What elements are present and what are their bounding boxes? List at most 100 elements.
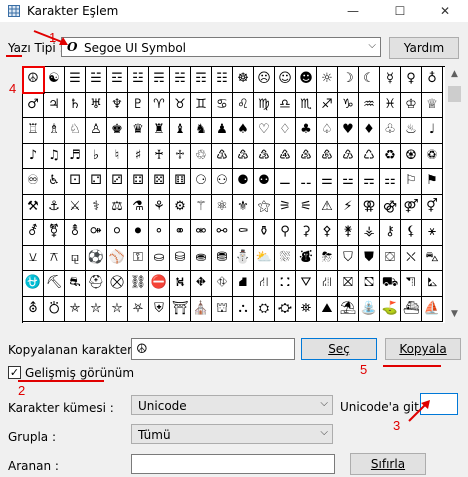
character-cell[interactable]: ⛴ [401, 296, 422, 322]
character-cell[interactable]: ⚻ [44, 245, 65, 271]
character-cell[interactable]: ♀ [401, 67, 422, 93]
character-cell[interactable]: ⚛ [212, 194, 233, 220]
character-cell[interactable]: ♞ [191, 118, 212, 144]
character-cell[interactable]: ♥ [338, 118, 359, 144]
character-cell[interactable]: ☯ [44, 67, 65, 93]
character-cell[interactable]: ⛜ [317, 271, 338, 297]
character-cell[interactable]: ♛ [128, 118, 149, 144]
character-cell[interactable]: ♅ [86, 92, 107, 118]
character-cell[interactable]: ⛀ [149, 245, 170, 271]
character-cell[interactable]: ♷ [296, 143, 317, 169]
character-cell[interactable]: ⛈ [317, 245, 338, 271]
character-cell[interactable]: ♰ [149, 143, 170, 169]
character-cell[interactable]: ♠ [233, 118, 254, 144]
character-cell[interactable]: ⚕ [86, 194, 107, 220]
character-cell[interactable]: ☿ [380, 67, 401, 93]
character-cell[interactable]: ⚚ [191, 194, 212, 220]
character-cell[interactable]: ♉ [170, 92, 191, 118]
character-cell[interactable]: ♋ [212, 92, 233, 118]
character-cell[interactable]: ⚅ [170, 169, 191, 195]
font-dropdown[interactable]: O Segoe UI Symbol ⌵ [61, 37, 381, 57]
character-cell[interactable]: ⚋ [296, 169, 317, 195]
character-cell[interactable]: ⚐ [401, 169, 422, 195]
character-cell[interactable]: ⚰ [233, 220, 254, 246]
character-cell[interactable]: ⚀ [65, 169, 86, 195]
character-cell[interactable]: ⛄ [233, 245, 254, 271]
character-cell[interactable]: ♶ [275, 143, 296, 169]
character-cell[interactable]: ♏ [296, 92, 317, 118]
character-cell[interactable]: ⚝ [254, 194, 275, 220]
character-cell[interactable]: ♔ [401, 92, 422, 118]
character-cell[interactable]: ♤ [317, 118, 338, 144]
character-cell[interactable]: ♇ [128, 92, 149, 118]
advanced-view-checkbox[interactable]: ✓ [8, 366, 21, 379]
select-button[interactable]: Seç [301, 338, 377, 360]
character-cell[interactable]: ☷ [212, 67, 233, 93]
character-cell[interactable]: ♃ [44, 92, 65, 118]
character-cell[interactable]: ♍ [254, 92, 275, 118]
character-cell[interactable]: ⛔ [149, 271, 170, 297]
character-cell[interactable]: ⛫ [212, 296, 233, 322]
character-cell[interactable]: ⛧ [128, 296, 149, 322]
character-cell[interactable]: ⛒ [107, 271, 128, 297]
character-cell[interactable]: ⚱ [254, 220, 275, 246]
character-cell[interactable]: ♕ [422, 92, 443, 118]
character-cell[interactable]: ⚩ [86, 220, 107, 246]
character-cell[interactable]: ♟ [212, 118, 233, 144]
character-cell[interactable]: ⚠ [317, 194, 338, 220]
character-cell[interactable]: ⛥ [86, 296, 107, 322]
character-cell[interactable]: ☳ [128, 67, 149, 93]
character-cell[interactable]: ☻ [296, 67, 317, 93]
character-cell[interactable]: ⛰ [317, 296, 338, 322]
character-cell[interactable]: ⛆ [275, 245, 296, 271]
character-cell[interactable]: ♊ [191, 92, 212, 118]
character-cell[interactable]: ⛁ [170, 245, 191, 271]
character-cell[interactable]: ♱ [170, 143, 191, 169]
character-cell[interactable]: ♩ [422, 118, 443, 144]
scroll-up-icon[interactable]: ▲ [446, 66, 463, 82]
character-cell[interactable]: ⛙ [254, 271, 275, 297]
character-cell[interactable]: ♵ [254, 143, 275, 169]
character-cell[interactable]: ⛗ [212, 271, 233, 297]
character-cell[interactable]: ⛬ [233, 296, 254, 322]
character-cell[interactable]: ☴ [149, 67, 170, 93]
character-cell[interactable]: ☸ [233, 67, 254, 93]
character-cell[interactable]: ⚦ [23, 220, 44, 246]
character-cell[interactable]: ⚶ [359, 220, 380, 246]
character-cell[interactable]: ♡ [254, 118, 275, 144]
character-cell[interactable]: ⚑ [422, 169, 443, 195]
character-cell[interactable]: ⛏ [44, 271, 65, 297]
character-cell[interactable]: ⚫ [128, 220, 149, 246]
character-cell[interactable]: ⛵ [422, 296, 443, 322]
character-cell[interactable]: ⛚ [275, 271, 296, 297]
character-cell[interactable]: ⚆ [191, 169, 212, 195]
character-cell[interactable]: ☲ [107, 67, 128, 93]
character-cell[interactable]: ♜ [149, 118, 170, 144]
character-cell[interactable]: ⚏ [380, 169, 401, 195]
character-cell[interactable]: ⚽ [86, 245, 107, 271]
character-cell[interactable]: ☾ [359, 67, 380, 93]
group-dropdown[interactable]: Tümü ⌵ [131, 424, 333, 444]
character-cell[interactable]: ♮ [107, 143, 128, 169]
character-cell[interactable]: ⛍ [422, 245, 443, 271]
character-cell[interactable]: ⚢ [359, 194, 380, 220]
character-grid[interactable]: ☮ ☯ ☰ ☱ ☲ ☳ ☴ ☵ ☶ ☷ ☸ ☹ ☺ ☻ ☼ ☽ ☾ ☿ ♀ ♁ ♂ ♃ ♄ ♅ ♆ ♇ ♈ ♉ ♊ ♋ ♌ ♍ ♎ ♏ ♐ ♑ ♒ ♓ ♔ ♕… [22, 66, 445, 323]
character-cell[interactable]: ⚪ [107, 220, 128, 246]
character-cell[interactable]: ⚔ [65, 194, 86, 220]
copied-characters-field[interactable]: ☮ [131, 338, 295, 360]
character-cell[interactable]: ⚡ [338, 194, 359, 220]
character-cell[interactable]: ⛨ [149, 296, 170, 322]
character-cell[interactable]: ♭ [86, 143, 107, 169]
character-cell[interactable]: ⛂ [191, 245, 212, 271]
character-cell[interactable]: ♼ [401, 143, 422, 169]
character-cell[interactable]: ⛢ [23, 296, 44, 322]
character-cell[interactable]: ⛛ [296, 271, 317, 297]
character-cell[interactable]: ⚭ [170, 220, 191, 246]
character-cell[interactable]: ⚞ [275, 194, 296, 220]
character-cell[interactable]: ⚥ [422, 194, 443, 220]
character-cell[interactable]: ⚍ [338, 169, 359, 195]
scroll-down-icon[interactable]: ▼ [446, 306, 463, 322]
character-cell[interactable]: ⚳ [296, 220, 317, 246]
character-cell[interactable]: ⚤ [401, 194, 422, 220]
character-cell[interactable]: ⚯ [212, 220, 233, 246]
